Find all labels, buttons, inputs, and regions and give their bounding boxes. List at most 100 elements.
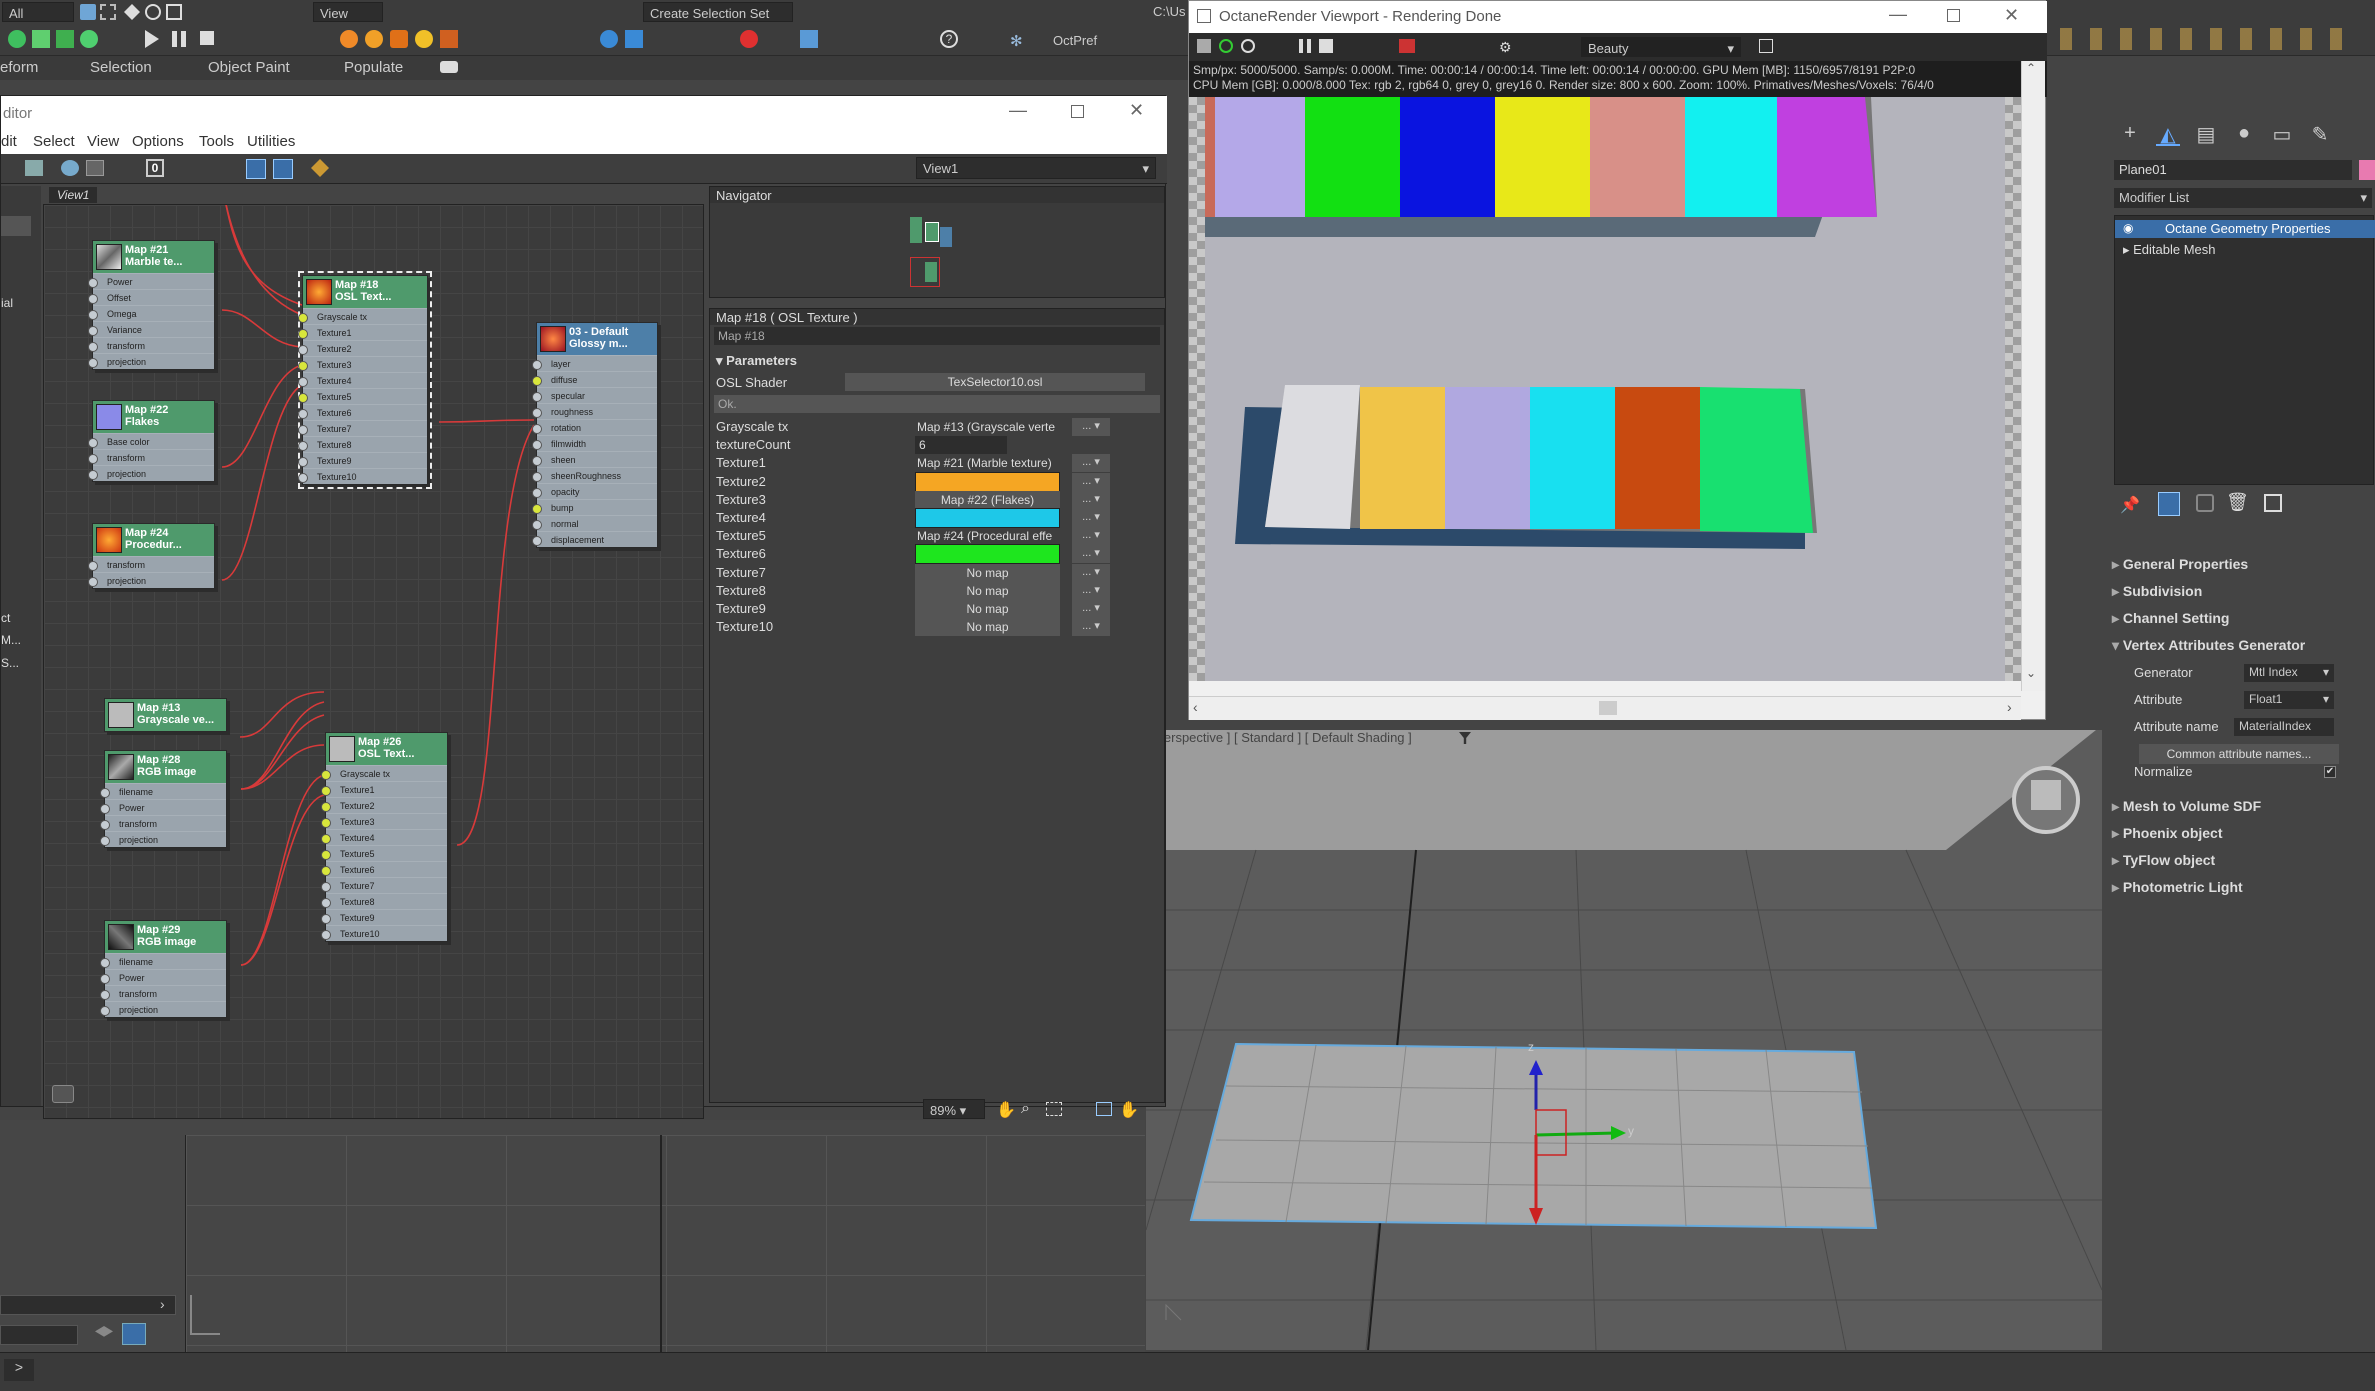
map-button[interactable]: Map #21 (Marble texture) [915,454,1060,472]
node-slot[interactable]: Texture2 [298,340,427,356]
maximize-icon[interactable] [1947,9,1960,22]
map-options-button[interactable]: ... ▾ [1072,418,1110,436]
rotate-icon[interactable] [145,4,161,20]
zoom-icon[interactable]: ⌕ [1021,1100,1030,1118]
region-render-icon[interactable] [1399,39,1415,53]
node-slot[interactable]: transform [88,337,214,353]
snap-icon[interactable] [32,30,50,48]
chevron-right-icon[interactable]: › [160,1296,165,1312]
scale-icon[interactable] [166,4,182,20]
perspective-viewport[interactable]: [ Perspective ] [ Standard ] [ Default S… [1146,730,2102,1350]
node-slot[interactable]: transform [100,985,226,1001]
region-select-icon[interactable] [100,4,116,20]
node-slot[interactable]: rotation [532,419,657,435]
scroll-thumb[interactable] [1599,701,1617,715]
menu-options[interactable]: Options [132,133,184,150]
node-slot[interactable]: diffuse [532,371,657,387]
node-slot[interactable]: Texture6 [298,404,427,420]
node-slot[interactable]: Power [88,273,214,289]
globe-icon[interactable] [8,30,26,48]
map-options-button[interactable]: ... ▾ [1072,600,1110,618]
scene-explorer-icon[interactable] [122,1323,146,1345]
zoom-region-icon[interactable] [1046,1102,1062,1116]
map-options-button[interactable]: ... ▾ [1072,473,1110,491]
ribbon-toggle-icon[interactable] [440,61,458,73]
node-header[interactable]: 03 - Default Glossy m... [537,323,657,355]
view-tab[interactable]: View1 [49,187,98,203]
vertical-scrollbar[interactable]: ⌃ ⌄ [2021,61,2045,691]
node-slot[interactable]: Texture4 [321,829,447,845]
minimize-icon[interactable]: — [1889,4,1907,25]
node-slot[interactable]: Variance [88,321,214,337]
create-tab-icon[interactable]: + [2118,122,2142,146]
node-slot[interactable]: projection [100,831,226,847]
menu-utilities[interactable]: Utilities [247,133,295,150]
menu-view[interactable]: View [87,133,119,150]
show-end-result-icon[interactable] [2158,492,2180,516]
background-icon[interactable] [86,160,104,176]
ribbon-tab-populate[interactable]: Populate [344,59,403,76]
octane-light-icon[interactable] [415,30,433,48]
assign-material-icon[interactable] [61,160,79,176]
section-mesh-to-volume[interactable]: Mesh to Volume SDF [2112,798,2261,815]
node-map26[interactable]: Map #26 OSL Text... Grayscale tx Texture1… [321,732,448,942]
octane-object-icon[interactable] [600,30,618,48]
map-options-button[interactable]: ... ▾ [1072,564,1110,582]
node-map29[interactable]: Map #29 RGB image filename Power transfor… [100,920,227,1018]
view-select-dropdown[interactable]: View1 ▾ [916,157,1156,179]
zoom-dropdown[interactable]: 89% ▾ [923,1099,985,1119]
selection-filter-dropdown[interactable]: All [2,2,74,22]
octane-texture-icon[interactable] [390,30,408,48]
chevron-down-icon[interactable]: ⌄ [2026,666,2036,680]
section-general-properties[interactable]: General Properties [2112,556,2248,573]
node-slot[interactable]: Grayscale tx [321,765,447,781]
right-toolbar-icons[interactable] [2060,28,2360,50]
section-channel-setting[interactable]: Channel Setting [2112,610,2230,627]
color-swatch[interactable] [915,544,1060,564]
node-slot[interactable]: sheenRoughness [532,467,657,483]
node-header[interactable]: Map #28 RGB image [105,751,226,783]
left-viewport[interactable]: › [0,1120,1145,1380]
display-tab-icon[interactable]: ▭ [2270,122,2294,146]
hand-pan-icon[interactable]: ✋ [1119,1100,1139,1120]
map-options-button[interactable]: ... ▾ [1072,454,1110,472]
node-slot[interactable]: normal [532,515,657,531]
osl-shader-button[interactable]: TexSelector10.osl [845,373,1145,391]
node-slot[interactable]: filename [100,953,226,969]
pause-render-icon[interactable] [1299,39,1311,53]
node-slot[interactable]: Texture7 [298,420,427,436]
section-vertex-attributes[interactable]: Vertex Attributes Generator [2112,637,2305,654]
node-slot[interactable]: sheen [532,451,657,467]
menu-tools[interactable]: Tools [199,133,234,150]
chevron-right-icon[interactable]: › [2007,699,2012,715]
node-slot[interactable]: Texture8 [321,893,447,909]
fit-icon[interactable] [1759,39,1773,53]
octane-error-icon[interactable] [740,30,758,48]
render-output[interactable] [1189,97,2021,681]
map-button[interactable]: No map [915,582,1060,600]
node-slot[interactable]: Texture3 [321,813,447,829]
environment-icon[interactable] [80,30,98,48]
node-slot[interactable]: transform [100,815,226,831]
make-unique-icon[interactable] [2196,494,2214,512]
zoom-extents-icon[interactable] [1096,1102,1112,1116]
map-options-button[interactable]: ... ▾ [1072,582,1110,600]
node-slot[interactable]: Texture5 [321,845,447,861]
stack-item-octane-geometry[interactable]: Octane Geometry Properties [2115,220,2375,238]
node-slot[interactable]: Texture10 [298,468,427,484]
lock-icon[interactable] [52,1085,74,1103]
node-graph[interactable]: Map #21 Marble te... Power Offset Omega V… [43,204,704,1119]
node-slot[interactable]: Texture8 [298,436,427,452]
eye-icon[interactable]: ◉ [2123,221,2133,235]
trash-icon[interactable]: 🗑 [2226,492,2249,513]
hierarchy-tab-icon[interactable]: ▤ [2194,122,2218,146]
node-material-03[interactable]: 03 - Default Glossy m... layer diffuse sp… [532,322,658,548]
stop-render-icon[interactable] [1319,39,1333,53]
menu-select[interactable]: Select [33,133,75,150]
refresh-icon[interactable] [1241,39,1255,53]
octane-volume-icon[interactable] [800,30,818,48]
node-slot[interactable]: Texture10 [321,925,447,941]
pick-material-icon[interactable] [25,160,43,176]
modify-tab-icon[interactable]: ◭ [2156,122,2180,146]
stack-item-editable-mesh[interactable]: ▸ Editable Mesh [2123,242,2216,258]
